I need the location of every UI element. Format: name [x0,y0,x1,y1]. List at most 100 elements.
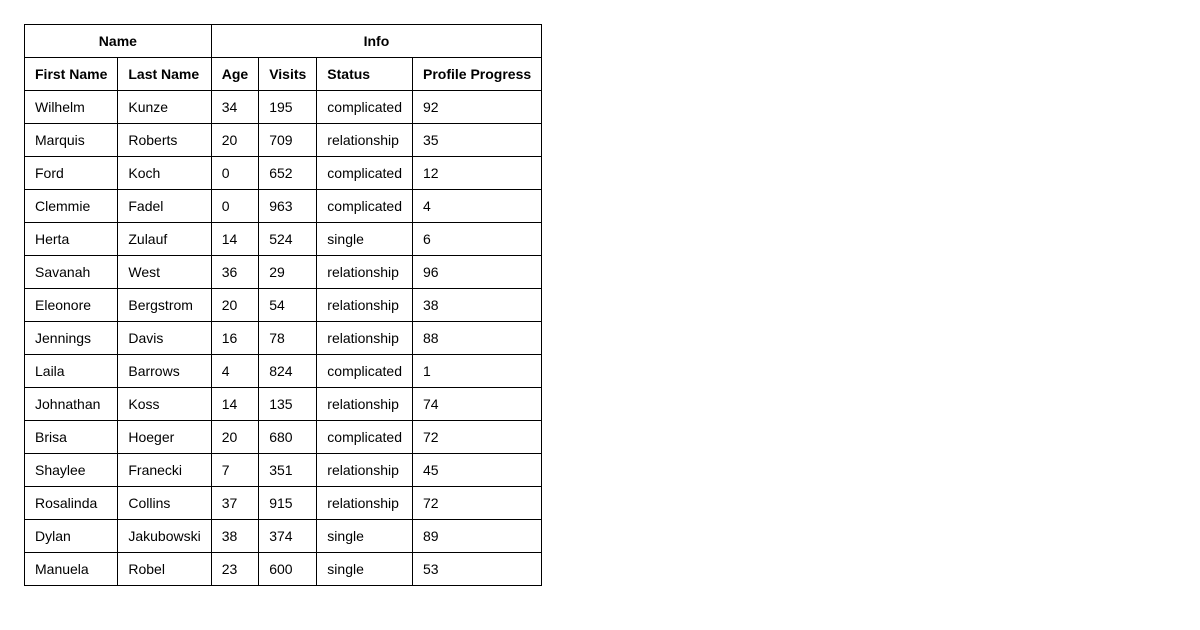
cell-status: single [317,553,413,586]
header-group-name: Name [25,25,212,58]
cell-first-name: Brisa [25,421,118,454]
table-row: JenningsDavis1678relationship88 [25,322,542,355]
cell-age: 20 [211,421,258,454]
cell-visits: 680 [259,421,317,454]
cell-age: 14 [211,388,258,421]
cell-age: 0 [211,157,258,190]
cell-visits: 135 [259,388,317,421]
table-body: WilhelmKunze34195complicated92MarquisRob… [25,91,542,586]
table-row: LailaBarrows4824complicated1 [25,355,542,388]
cell-first-name: Marquis [25,124,118,157]
header-last-name: Last Name [118,58,211,91]
cell-age: 4 [211,355,258,388]
cell-age: 20 [211,289,258,322]
table-head: Name Info First Name Last Name Age Visit… [25,25,542,91]
cell-last-name: Kunze [118,91,211,124]
table-row: WilhelmKunze34195complicated92 [25,91,542,124]
header-visits: Visits [259,58,317,91]
cell-progress: 4 [413,190,542,223]
cell-age: 16 [211,322,258,355]
cell-first-name: Eleonore [25,289,118,322]
cell-first-name: Dylan [25,520,118,553]
cell-first-name: Rosalinda [25,487,118,520]
table-row: EleonoreBergstrom2054relationship38 [25,289,542,322]
cell-age: 34 [211,91,258,124]
cell-first-name: Wilhelm [25,91,118,124]
cell-last-name: Koss [118,388,211,421]
cell-age: 20 [211,124,258,157]
cell-progress: 12 [413,157,542,190]
cell-progress: 88 [413,322,542,355]
cell-status: relationship [317,388,413,421]
cell-last-name: Fadel [118,190,211,223]
cell-progress: 35 [413,124,542,157]
cell-status: relationship [317,256,413,289]
cell-first-name: Clemmie [25,190,118,223]
cell-last-name: Jakubowski [118,520,211,553]
cell-last-name: Collins [118,487,211,520]
cell-age: 23 [211,553,258,586]
cell-last-name: Koch [118,157,211,190]
cell-status: complicated [317,190,413,223]
cell-status: relationship [317,124,413,157]
table-header-row-columns: First Name Last Name Age Visits Status P… [25,58,542,91]
table-row: JohnathanKoss14135relationship74 [25,388,542,421]
cell-status: complicated [317,91,413,124]
cell-visits: 600 [259,553,317,586]
cell-first-name: Savanah [25,256,118,289]
cell-last-name: Davis [118,322,211,355]
cell-status: relationship [317,454,413,487]
cell-progress: 53 [413,553,542,586]
cell-progress: 89 [413,520,542,553]
cell-visits: 709 [259,124,317,157]
cell-visits: 824 [259,355,317,388]
cell-last-name: Barrows [118,355,211,388]
table-row: ShayleeFranecki7351relationship45 [25,454,542,487]
cell-progress: 1 [413,355,542,388]
cell-status: single [317,223,413,256]
table-row: FordKoch0652complicated12 [25,157,542,190]
cell-last-name: Robel [118,553,211,586]
table-row: MarquisRoberts20709relationship35 [25,124,542,157]
people-table: Name Info First Name Last Name Age Visit… [24,24,542,586]
cell-first-name: Manuela [25,553,118,586]
cell-last-name: Zulauf [118,223,211,256]
cell-first-name: Shaylee [25,454,118,487]
table-row: HertaZulauf14524single6 [25,223,542,256]
header-group-info: Info [211,25,541,58]
cell-progress: 6 [413,223,542,256]
table-row: ClemmieFadel0963complicated4 [25,190,542,223]
table-row: BrisaHoeger20680complicated72 [25,421,542,454]
header-first-name: First Name [25,58,118,91]
cell-last-name: Bergstrom [118,289,211,322]
table-row: SavanahWest3629relationship96 [25,256,542,289]
cell-visits: 351 [259,454,317,487]
table-header-row-groups: Name Info [25,25,542,58]
cell-visits: 54 [259,289,317,322]
cell-age: 7 [211,454,258,487]
cell-status: single [317,520,413,553]
cell-progress: 38 [413,289,542,322]
cell-visits: 652 [259,157,317,190]
cell-age: 14 [211,223,258,256]
cell-status: complicated [317,421,413,454]
cell-last-name: Roberts [118,124,211,157]
cell-visits: 195 [259,91,317,124]
cell-progress: 72 [413,487,542,520]
cell-progress: 45 [413,454,542,487]
cell-visits: 374 [259,520,317,553]
cell-last-name: West [118,256,211,289]
cell-first-name: Herta [25,223,118,256]
cell-visits: 963 [259,190,317,223]
cell-age: 37 [211,487,258,520]
cell-visits: 29 [259,256,317,289]
cell-visits: 915 [259,487,317,520]
cell-progress: 92 [413,91,542,124]
cell-first-name: Johnathan [25,388,118,421]
header-age: Age [211,58,258,91]
cell-status: complicated [317,157,413,190]
cell-status: relationship [317,322,413,355]
cell-status: relationship [317,289,413,322]
header-progress: Profile Progress [413,58,542,91]
cell-age: 38 [211,520,258,553]
